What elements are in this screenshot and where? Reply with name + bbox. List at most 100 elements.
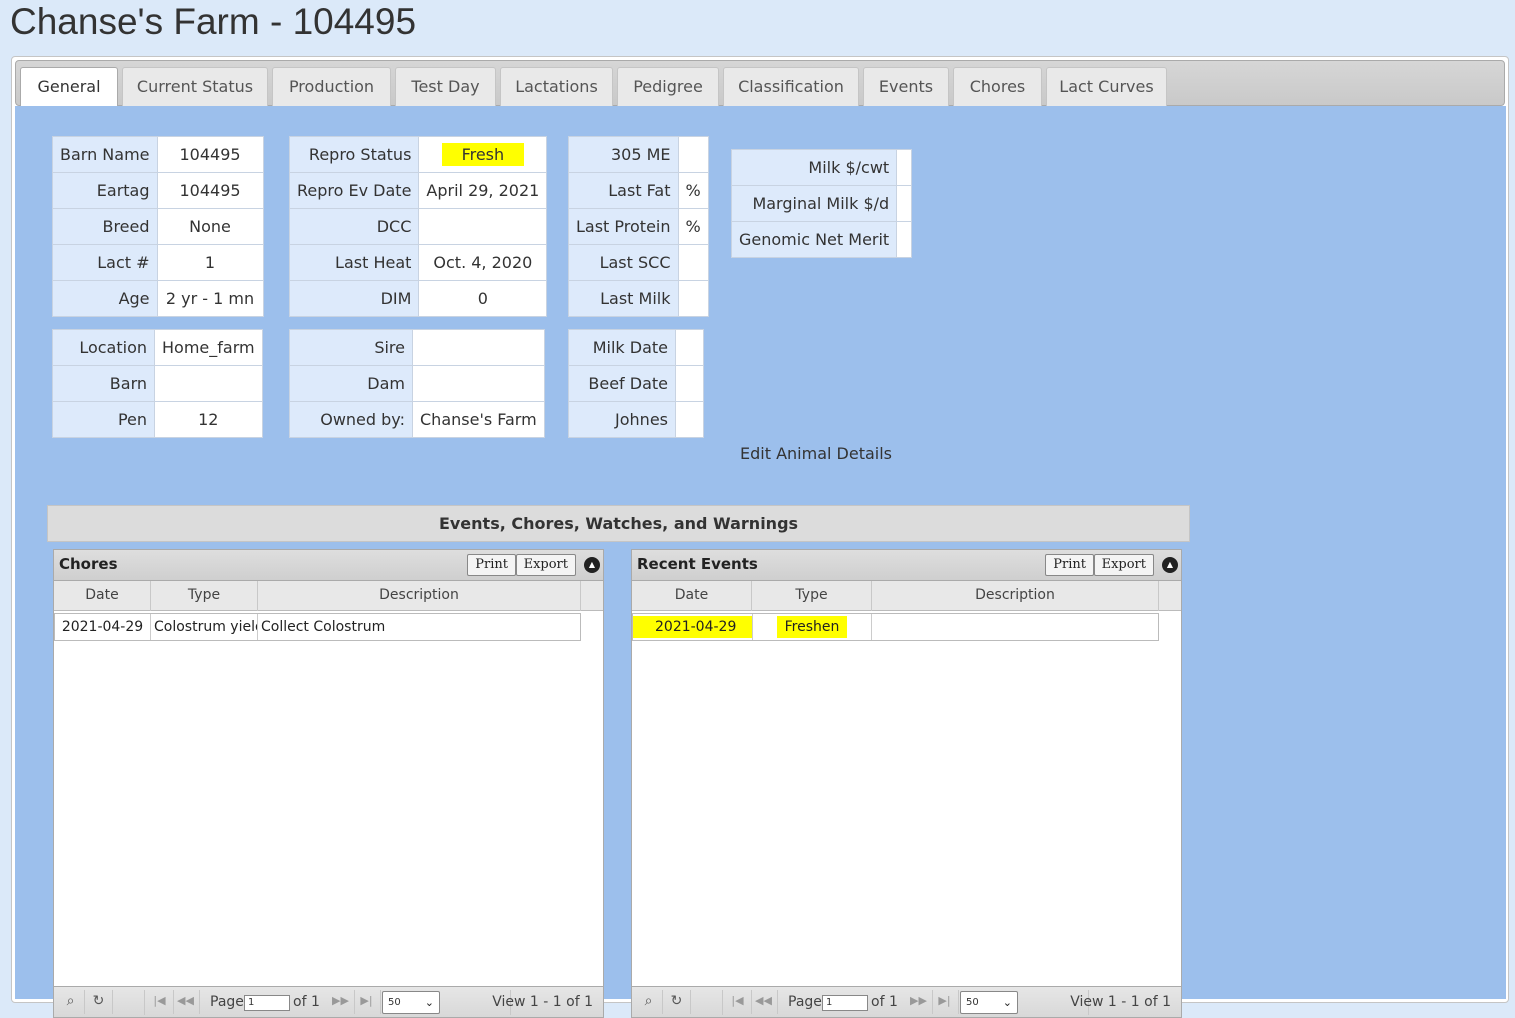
chores-print-button[interactable]: Print — [467, 554, 516, 576]
owned-by-value: Chanse's Farm — [412, 401, 545, 438]
genomic-net-merit-label: Genomic Net Merit — [730, 221, 898, 258]
tab-lact-curves[interactable]: Lact Curves — [1046, 67, 1167, 107]
tab-chores[interactable]: Chores — [953, 67, 1042, 107]
dam-value — [412, 365, 545, 402]
production-summary-table: 305 ME Last Fat% Last Protein% Last SCC … — [568, 136, 709, 317]
general-tab-panel: Barn Name 104495 Eartag 104495 Breed None L… — [15, 106, 1506, 1018]
milk-date-label: Milk Date — [568, 329, 676, 366]
dim-value: 0 — [418, 280, 548, 317]
next-page-icon[interactable]: ▶▶ — [327, 990, 355, 1014]
location-value: Home_farm — [154, 329, 263, 366]
tab-lactations[interactable]: Lactations — [500, 67, 613, 107]
prev-page-icon[interactable]: ◀◀ — [750, 990, 778, 1014]
events-export-button[interactable]: Export — [1093, 554, 1154, 576]
pen-label: Pen — [52, 401, 155, 438]
chores-grid: Chores Print Export ▲ Date Type Descript… — [53, 549, 604, 1018]
row-description — [872, 614, 1158, 640]
barn-label: Barn — [52, 365, 155, 402]
prev-page-icon[interactable]: ◀◀ — [172, 990, 200, 1014]
row-type-cell: Freshen — [752, 614, 872, 640]
collapse-icon[interactable]: ▲ — [1162, 557, 1178, 573]
table-row[interactable]: 2021-04-29 Freshen — [632, 613, 1159, 641]
tab-classification[interactable]: Classification — [723, 67, 859, 107]
row-type: Freshen — [776, 616, 848, 638]
tabs-container: General Current Status Production Test D… — [11, 56, 1509, 1018]
page-input[interactable]: 1 — [244, 995, 290, 1011]
barn-name-value: 104495 — [156, 136, 264, 173]
col-description[interactable]: Description — [258, 581, 581, 611]
repro-status-value: Fresh — [441, 143, 525, 166]
row-date: 2021-04-29 — [633, 616, 752, 638]
view-records-text: View 1 - 1 of 1 — [1070, 994, 1171, 1010]
repro-table: Repro Status Fresh Repro Ev Date April 29,… — [288, 136, 548, 317]
next-page-icon[interactable]: ▶▶ — [905, 990, 933, 1014]
pen-value: 12 — [154, 401, 263, 438]
age-label: Age — [52, 280, 158, 317]
col-type[interactable]: Type — [752, 581, 872, 611]
chores-export-button[interactable]: Export — [515, 554, 576, 576]
last-heat-label: Last Heat — [288, 244, 420, 281]
first-page-icon[interactable]: |◀ — [724, 990, 752, 1014]
search-icon[interactable]: ⌕ — [635, 990, 663, 1014]
events-pager: ⌕ ↻ |◀ ◀◀ Page 1 of 1 ▶▶ ▶| 50 ⌄ View 1 -… — [632, 986, 1181, 1017]
chevron-down-icon: ⌄ — [424, 996, 434, 1009]
milk-cwt-label: Milk $/cwt — [730, 149, 898, 186]
chores-title: Chores — [59, 555, 118, 573]
first-page-icon[interactable]: |◀ — [146, 990, 174, 1014]
tab-general[interactable]: General — [20, 67, 118, 108]
johnes-label: Johnes — [568, 401, 676, 438]
page-label: Page — [788, 994, 822, 1010]
tab-current-status[interactable]: Current Status — [122, 67, 268, 107]
eartag-label: Eartag — [52, 172, 158, 209]
repro-ev-date-value: April 29, 2021 — [418, 172, 548, 209]
page-label: Page — [210, 994, 244, 1010]
chores-grid-header: Chores Print Export ▲ — [54, 550, 603, 581]
age-value: 2 yr - 1 mn — [156, 280, 264, 317]
dim-label: DIM — [288, 280, 420, 317]
lact-number-label: Lact # — [52, 244, 158, 281]
chores-column-headers: Date Type Description — [54, 581, 603, 611]
owned-by-label: Owned by: — [289, 401, 413, 438]
tab-bar: General Current Status Production Test D… — [15, 60, 1505, 108]
tab-production[interactable]: Production — [272, 67, 391, 107]
last-fat-label: Last Fat — [568, 172, 679, 209]
tab-test-day[interactable]: Test Day — [395, 67, 496, 107]
last-milk-label: Last Milk — [568, 280, 679, 317]
col-description[interactable]: Description — [872, 581, 1159, 611]
rows-per-page-select[interactable]: 50 ⌄ — [960, 991, 1018, 1014]
me305-label: 305 ME — [568, 136, 679, 173]
search-icon[interactable]: ⌕ — [57, 990, 85, 1014]
table-row[interactable]: 2021-04-29 Colostrum yield Collect Colos… — [54, 613, 581, 641]
rows-per-page-select[interactable]: 50 ⌄ — [382, 991, 440, 1014]
last-scc-label: Last SCC — [568, 244, 679, 281]
page-title: Chanse's Farm - 104495 — [10, 1, 417, 42]
beef-date-value — [675, 365, 704, 402]
marginal-milk-value — [896, 185, 913, 222]
refresh-icon[interactable]: ↻ — [85, 990, 113, 1014]
col-date[interactable]: Date — [632, 581, 752, 611]
col-type[interactable]: Type — [151, 581, 258, 611]
page-of-label: of 1 — [293, 994, 320, 1010]
tab-pedigree[interactable]: Pedigree — [617, 67, 719, 107]
dcc-label: DCC — [288, 208, 420, 245]
sire-value — [412, 329, 545, 366]
collapse-icon[interactable]: ▲ — [584, 557, 600, 573]
events-column-headers: Date Type Description — [632, 581, 1181, 611]
events-print-button[interactable]: Print — [1045, 554, 1094, 576]
last-page-icon[interactable]: ▶| — [931, 990, 959, 1014]
page-input[interactable]: 1 — [822, 995, 868, 1011]
col-date[interactable]: Date — [54, 581, 151, 611]
beef-date-label: Beef Date — [568, 365, 676, 402]
view-records-text: View 1 - 1 of 1 — [492, 994, 593, 1010]
barn-value — [154, 365, 263, 402]
events-grid-header: Recent Events Print Export ▲ — [632, 550, 1181, 581]
refresh-icon[interactable]: ↻ — [663, 990, 691, 1014]
edit-animal-details-link[interactable]: Edit Animal Details — [740, 444, 892, 463]
row-type: Colostrum yield — [151, 614, 258, 640]
location-label: Location — [52, 329, 155, 366]
tab-events[interactable]: Events — [863, 67, 949, 107]
events-title: Recent Events — [637, 555, 758, 573]
last-page-icon[interactable]: ▶| — [353, 990, 381, 1014]
last-protein-label: Last Protein — [568, 208, 679, 245]
chores-pager: ⌕ ↻ |◀ ◀◀ Page 1 of 1 ▶▶ ▶| 50 ⌄ View 1 -… — [54, 986, 603, 1017]
